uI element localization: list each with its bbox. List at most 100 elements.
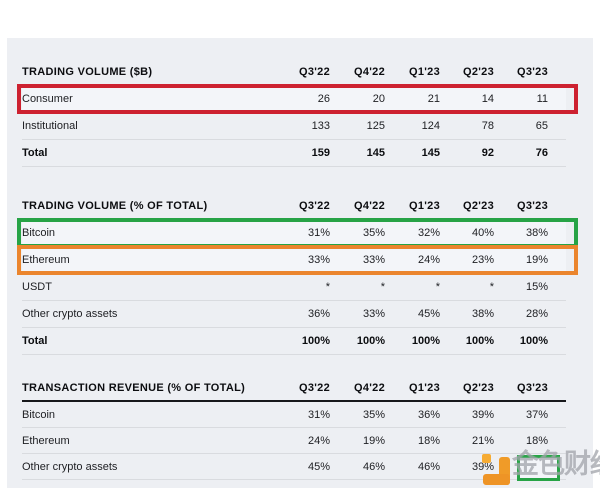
row-label: USDT [22,281,293,293]
financial-table-panel: TRADING VOLUME ($B) Q3'22 Q4'22 Q1'23 Q2… [7,38,593,488]
column-header: Q3'22 [293,382,348,400]
section-title: TRADING VOLUME ($B) [22,66,293,84]
cell: 45% [293,461,348,473]
cell: 18% [403,435,458,447]
column-header: Q1'23 [403,200,458,218]
cell: * [293,281,348,293]
cell: 39% [458,461,512,473]
cell: 100% [512,335,566,347]
cell: 46% [348,461,403,473]
cell: 45% [403,308,458,320]
cell: 21 [403,93,458,105]
cell: 78 [458,120,512,132]
cell: 36% [293,308,348,320]
table-row-institutional: Institutional 133 125 124 78 65 [22,113,566,140]
column-header: Q4'22 [348,200,403,218]
cell: 38% [458,308,512,320]
cell: 100% [458,335,512,347]
row-label: Other crypto assets [22,308,293,320]
cell: 39% [458,409,512,421]
cell: 36% [403,409,458,421]
row-label: Consumer [22,93,293,105]
cell: 19% [512,254,566,266]
cell: 33% [293,254,348,266]
cell: 26 [293,93,348,105]
row-label: Ethereum [22,254,293,266]
cell: 33% [348,308,403,320]
cell: 11 [512,93,566,105]
cell: 15% [512,281,566,293]
cell: 46% [403,461,458,473]
column-header: Q4'22 [348,382,403,400]
cell: 21% [458,435,512,447]
section-trading-volume-b: TRADING VOLUME ($B) Q3'22 Q4'22 Q1'23 Q2… [22,62,566,167]
column-header: Q3'23 [512,382,566,400]
table-row-ethereum: Ethereum 33% 33% 24% 23% 19% [22,247,566,274]
cell: 14 [458,93,512,105]
table-header-row: TRADING VOLUME ($B) Q3'22 Q4'22 Q1'23 Q2… [22,62,566,86]
table-row-consumer: Consumer 26 20 21 14 11 [22,86,566,113]
cell: 37% [512,409,566,421]
table-row-other-crypto: Other crypto assets 45% 46% 46% 39% 45% [22,454,566,480]
row-label: Total [22,335,293,347]
table-row-usdt: USDT * * * * 15% [22,274,566,301]
table-row-other-crypto: Other crypto assets 36% 33% 45% 38% 28% [22,301,566,328]
row-label: Total [22,147,293,159]
column-header: Q3'22 [293,200,348,218]
cell: * [458,281,512,293]
cell: 124 [403,120,458,132]
cell: 32% [403,227,458,239]
row-label: Other crypto assets [22,461,293,473]
row-label: Bitcoin [22,409,293,421]
cell: 24% [403,254,458,266]
cell: 92 [458,147,512,159]
column-header: Q1'23 [403,382,458,400]
cell: 100% [403,335,458,347]
cell: 24% [293,435,348,447]
cell: 100% [293,335,348,347]
cell: 18% [512,435,566,447]
cell: 35% [348,227,403,239]
table-row-bitcoin: Bitcoin 31% 35% 32% 40% 38% [22,220,566,247]
cell: 35% [348,409,403,421]
column-header: Q1'23 [403,66,458,84]
cell: 145 [403,147,458,159]
column-header: Q2'23 [458,200,512,218]
cell: 23% [458,254,512,266]
table-row-bitcoin: Bitcoin 31% 35% 36% 39% 37% [22,402,566,428]
table-header-row: TRADING VOLUME (% OF TOTAL) Q3'22 Q4'22 … [22,196,566,220]
cell: 159 [293,147,348,159]
cell: * [348,281,403,293]
cell: 133 [293,120,348,132]
cell: 33% [348,254,403,266]
cell: 125 [348,120,403,132]
table-row-total: Total 159 145 145 92 76 [22,140,566,167]
column-header: Q3'22 [293,66,348,84]
cell: 19% [348,435,403,447]
cell: 76 [512,147,566,159]
cell: 31% [293,227,348,239]
section-trading-volume-pct: TRADING VOLUME (% OF TOTAL) Q3'22 Q4'22 … [22,196,566,355]
cell: 31% [293,409,348,421]
cell: 28% [512,308,566,320]
cell: 145 [348,147,403,159]
table-header-row: TRANSACTION REVENUE (% OF TOTAL) Q3'22 Q… [22,378,566,402]
column-header: Q2'23 [458,382,512,400]
row-label: Bitcoin [22,227,293,239]
column-header: Q2'23 [458,66,512,84]
section-transaction-revenue-pct: TRANSACTION REVENUE (% OF TOTAL) Q3'22 Q… [22,378,566,480]
row-label: Institutional [22,120,293,132]
section-title: TRADING VOLUME (% OF TOTAL) [22,200,293,218]
row-label: Ethereum [22,435,293,447]
cell: 38% [512,227,566,239]
cell: * [403,281,458,293]
column-header: Q4'22 [348,66,403,84]
column-header: Q3'23 [512,66,566,84]
cell: 65 [512,120,566,132]
cell: 45% [512,461,566,473]
cell: 40% [458,227,512,239]
column-header: Q3'23 [512,200,566,218]
section-title: TRANSACTION REVENUE (% OF TOTAL) [22,382,293,400]
cell: 20 [348,93,403,105]
table-row-total: Total 100% 100% 100% 100% 100% [22,328,566,355]
